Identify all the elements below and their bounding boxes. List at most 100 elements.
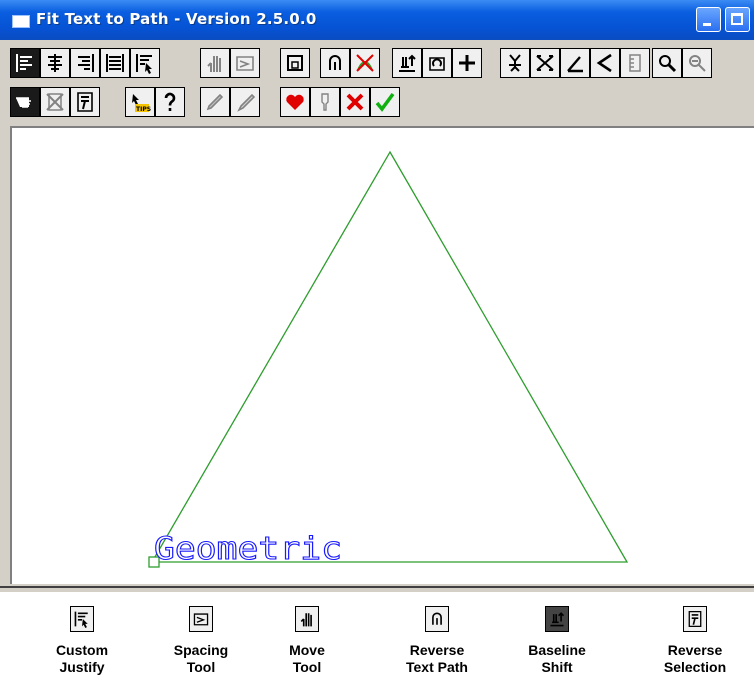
warp-icon [536, 55, 554, 71]
plus-button[interactable] [452, 48, 482, 78]
legend-item: Move Tool [252, 606, 362, 676]
legend-label: Move Tool [252, 642, 362, 676]
box-button[interactable] [280, 48, 310, 78]
left-justify-button[interactable] [10, 48, 40, 78]
reverse-selection-button[interactable] [70, 87, 100, 117]
dropper-icon [321, 93, 329, 111]
legend-item: Reverse Selection [640, 606, 750, 676]
rotate-button[interactable] [422, 48, 452, 78]
stagger-button[interactable] [500, 48, 530, 78]
plus-icon [459, 55, 475, 71]
heart-button[interactable] [280, 87, 310, 117]
custom-justify-button[interactable] [130, 48, 160, 78]
spacing-tool-icon [236, 56, 254, 71]
window-title: Fit Text to Path - Version 2.5.0.0 [36, 10, 317, 28]
tips-icon: TIPS [131, 93, 151, 113]
spacing-tool-button[interactable] [230, 48, 260, 78]
legend-label: Reverse Selection [640, 642, 750, 676]
less-than-icon [596, 53, 612, 73]
ok-button[interactable] [370, 87, 400, 117]
less-than-button[interactable] [590, 48, 620, 78]
drawing-canvas[interactable]: Geometric [10, 126, 754, 584]
legend-item: Custom Justify [27, 606, 137, 676]
window-bottom-border [0, 586, 754, 592]
legend-label: Baseline Shift [502, 642, 612, 676]
legend-label-line2: Tool [186, 659, 216, 675]
legend-label-line1: Reverse [409, 642, 465, 658]
legend-label-line2: Selection [663, 659, 727, 675]
spacing-tool-icon [189, 606, 213, 632]
baseline-shift-icon [399, 54, 416, 72]
svg-text:TIPS: TIPS [136, 106, 151, 113]
pen-icon [206, 93, 224, 111]
center-justify-icon [48, 54, 62, 72]
cancel-button[interactable] [340, 87, 370, 117]
baseline-shift-button[interactable] [392, 48, 422, 78]
custom-justify-icon [70, 606, 94, 632]
path-off-button[interactable] [350, 48, 380, 78]
reverse-text-path-button[interactable] [320, 48, 350, 78]
reverse-text-path-icon [425, 606, 449, 632]
app-icon [12, 15, 30, 28]
triangle-path[interactable] [150, 150, 629, 563]
legend-label-line1: Move [289, 642, 325, 658]
legend-label-line1: Spacing [173, 642, 229, 658]
no-select-icon [46, 93, 64, 111]
app-window: Fit Text to Path - Version 2.5.0.0 TIPS … [0, 0, 754, 592]
legend-label-line2: Justify [59, 659, 105, 675]
help-button[interactable] [155, 87, 185, 117]
right-justify-button[interactable] [70, 48, 100, 78]
no-select-button[interactable] [40, 87, 70, 117]
ruler-icon [629, 54, 641, 72]
legend-label-line2: Text Path [406, 659, 468, 675]
path-drawing: Geometric [148, 150, 629, 568]
pointer-hand-button[interactable] [10, 87, 40, 117]
path-text[interactable]: Geometric [153, 530, 342, 567]
legend-label-line2: Shift [541, 659, 573, 675]
help-icon [164, 92, 176, 111]
reverse-text-path-icon [329, 55, 341, 70]
pen-button[interactable] [200, 87, 230, 117]
zoom-out-button[interactable] [682, 48, 712, 78]
legend-label-line1: Custom [55, 642, 109, 658]
zoom-icon [659, 55, 677, 73]
zoom-button[interactable] [652, 48, 682, 78]
move-tool-button[interactable] [200, 48, 230, 78]
legend-label-line2: Tool [292, 659, 322, 675]
maximize-button[interactable] [725, 7, 750, 32]
move-tool-icon [295, 606, 319, 632]
dropper-button[interactable] [310, 87, 340, 117]
minimize-button[interactable] [696, 7, 721, 32]
pointer-hand-icon [16, 97, 31, 108]
tips-button[interactable]: TIPS [125, 87, 155, 117]
warp-button[interactable] [530, 48, 560, 78]
path-off-icon [356, 54, 374, 72]
reverse-selection-icon [683, 606, 707, 632]
angle-button[interactable] [560, 48, 590, 78]
full-justify-icon [106, 54, 124, 72]
legend-item: Baseline Shift [502, 606, 612, 676]
left-justify-icon [16, 54, 32, 72]
maximize-icon [731, 13, 743, 25]
legend-item: Reverse Text Path [382, 606, 492, 676]
custom-justify-icon [136, 54, 152, 74]
reverse-selection-icon [77, 92, 93, 112]
right-justify-icon [78, 54, 94, 72]
full-justify-button[interactable] [100, 48, 130, 78]
center-justify-button[interactable] [40, 48, 70, 78]
legend-label-line1: Baseline [528, 642, 586, 658]
minimize-icon [703, 23, 711, 26]
ruler-button[interactable] [620, 48, 650, 78]
pen-alt-icon [237, 93, 256, 112]
angle-icon [567, 56, 583, 73]
title-bar[interactable]: Fit Text to Path - Version 2.5.0.0 [0, 0, 754, 40]
legend-label: Spacing Tool [146, 642, 256, 676]
baseline-shift-icon [545, 606, 569, 632]
cancel-icon [346, 93, 364, 111]
legend-item: Spacing Tool [146, 606, 256, 676]
zoom-out-icon [689, 55, 706, 72]
rotate-icon [429, 57, 445, 71]
legend-label: Custom Justify [27, 642, 137, 676]
ok-icon [375, 92, 395, 112]
pen-alt-button[interactable] [230, 87, 260, 117]
